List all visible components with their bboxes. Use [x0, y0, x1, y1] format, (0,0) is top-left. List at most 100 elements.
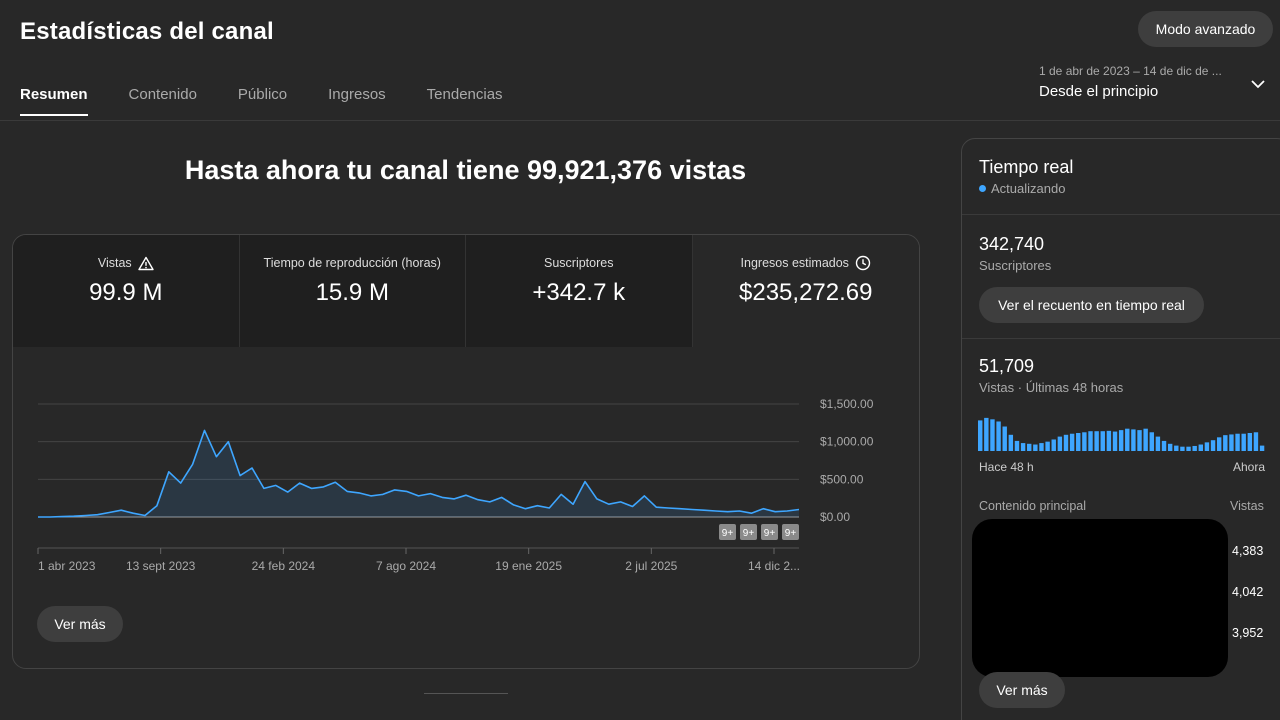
realtime-bar	[1045, 441, 1050, 451]
header-divider	[0, 120, 1280, 121]
metric-watch-time-value: 15.9 M	[315, 279, 389, 306]
chevron-down-icon[interactable]	[1251, 77, 1265, 91]
metric-watch-time[interactable]: Tiempo de reproducción (horas) 15.9 M	[239, 235, 466, 347]
realtime-axis-start: Hace 48 h	[979, 460, 1034, 474]
metric-watch-time-label: Tiempo de reproducción (horas)	[263, 256, 441, 270]
x-tick-label: 13 sept 2023	[126, 559, 196, 573]
realtime-bar-chart	[978, 417, 1265, 451]
realtime-bar	[996, 421, 1001, 451]
realtime-bar	[1210, 440, 1216, 451]
annotation-marker-label: 9+	[743, 528, 755, 539]
realtime-bar	[990, 419, 995, 451]
tab-tendencias[interactable]: Tendencias	[427, 86, 503, 116]
realtime-bar	[1259, 445, 1265, 451]
realtime-bar	[1106, 430, 1112, 451]
tab-resumen[interactable]: Resumen	[20, 86, 88, 116]
x-tick-label: 7 ago 2024	[376, 559, 436, 573]
clock-icon	[855, 255, 871, 271]
realtime-bar	[1167, 443, 1173, 451]
realtime-subscribers-label: Suscriptores	[979, 258, 1052, 273]
metric-tabs: Vistas 99.9 M Tiempo de reproducción (ho…	[13, 235, 919, 347]
metric-subscribers-value: +342.7 k	[532, 279, 626, 306]
y-tick-label: $500.00	[820, 472, 864, 486]
redacted-content	[972, 519, 1228, 677]
metric-subscribers-label: Suscriptores	[544, 256, 614, 270]
metric-views[interactable]: Vistas 99.9 M	[13, 235, 240, 347]
metric-revenue-value: $235,272.69	[739, 279, 873, 306]
realtime-bar	[1008, 434, 1014, 451]
views-headline: Hasta ahora tu canal tiene 99,921,376 vi…	[184, 155, 747, 185]
realtime-count-button[interactable]: Ver el recuento en tiempo real	[979, 287, 1204, 323]
y-tick-label: $1,000.00	[820, 435, 874, 449]
realtime-bar	[1069, 433, 1075, 451]
realtime-bar	[1174, 445, 1179, 451]
realtime-bar	[1161, 440, 1167, 451]
tab-publico[interactable]: Público	[238, 86, 287, 116]
realtime-bar	[1118, 430, 1124, 451]
y-tick-label: $1,500.00	[820, 397, 874, 411]
realtime-bar	[1057, 436, 1063, 451]
realtime-views-label: Vistas · Últimas 48 horas	[979, 380, 1124, 395]
top-content-value: 4,383	[1232, 544, 1264, 558]
realtime-bar	[1051, 439, 1056, 451]
realtime-bar	[1253, 432, 1259, 451]
realtime-bar	[1125, 428, 1130, 451]
realtime-bar	[1216, 437, 1222, 451]
page-title: Estadísticas del canal	[20, 18, 274, 45]
x-tick-label: 2 jul 2025	[625, 559, 677, 573]
realtime-bar	[1027, 443, 1032, 451]
realtime-bar	[1002, 426, 1007, 451]
x-tick-label: 1 abr 2023	[38, 559, 96, 573]
realtime-bar	[1155, 436, 1161, 451]
annotation-marker-label: 9+	[722, 528, 734, 539]
date-range-label: Desde el principio	[1039, 83, 1159, 100]
realtime-bar	[1088, 431, 1093, 451]
series-area	[38, 430, 799, 517]
realtime-bar	[1241, 433, 1246, 451]
realtime-bar	[1235, 433, 1240, 451]
live-dot-icon	[979, 185, 986, 192]
realtime-views-value: 51,709	[979, 356, 1035, 376]
metric-revenue-label: Ingresos estimados	[740, 256, 849, 270]
realtime-bar	[1082, 432, 1087, 451]
tab-ingresos[interactable]: Ingresos	[328, 86, 386, 116]
realtime-divider	[962, 338, 1280, 339]
realtime-bar	[1143, 428, 1148, 451]
date-range-dates: 1 de abr de 2023 – 14 de dic de ...	[1039, 64, 1222, 78]
realtime-bar	[1186, 446, 1191, 451]
tab-contenido[interactable]: Contenido	[129, 86, 197, 116]
realtime-bar	[1180, 446, 1185, 451]
metric-revenue[interactable]: Ingresos estimados $235,272.69	[692, 235, 919, 347]
realtime-bar	[1137, 430, 1142, 451]
top-content-label: Contenido principal	[979, 499, 1087, 513]
realtime-bar	[1229, 434, 1234, 451]
page-indicator	[424, 693, 508, 694]
top-content-value: 4,042	[1232, 585, 1264, 599]
realtime-bar	[1020, 443, 1026, 451]
x-tick-label: 19 ene 2025	[495, 559, 562, 573]
realtime-title: Tiempo real	[979, 157, 1074, 177]
date-range-selector[interactable]: 1 de abr de 2023 – 14 de dic de ... Desd…	[1039, 64, 1274, 100]
metric-views-value: 99.9 M	[89, 279, 163, 306]
revenue-chart: $1,500.00 $1,000.00 $500.00 $0.00 9+ 9+ 9+ 9+ 1 …	[37, 397, 874, 573]
advanced-mode-button[interactable]: Modo avanzado	[1138, 11, 1273, 47]
realtime-bar	[1198, 444, 1204, 451]
realtime-bar	[1033, 444, 1038, 451]
realtime-bar	[1112, 431, 1118, 451]
realtime-status-label: Actualizando	[991, 181, 1066, 196]
realtime-bar	[1149, 432, 1154, 451]
realtime-bar	[984, 417, 989, 451]
y-tick-label: $0.00	[820, 510, 850, 524]
realtime-bar	[1094, 431, 1099, 451]
realtime-see-more-button[interactable]: Ver más	[979, 672, 1065, 708]
x-tick-label: 24 feb 2024	[252, 559, 316, 573]
see-more-button[interactable]: Ver más	[37, 606, 123, 642]
realtime-bar	[1131, 429, 1136, 451]
annotation-marker-label: 9+	[785, 528, 797, 539]
realtime-bar	[1223, 435, 1228, 451]
annotation-marker-label: 9+	[764, 528, 776, 539]
top-content-views-label: Vistas	[1230, 499, 1264, 513]
metric-subscribers[interactable]: Suscriptores +342.7 k	[466, 235, 693, 347]
realtime-bar	[1014, 440, 1020, 451]
realtime-bar	[1100, 431, 1105, 451]
